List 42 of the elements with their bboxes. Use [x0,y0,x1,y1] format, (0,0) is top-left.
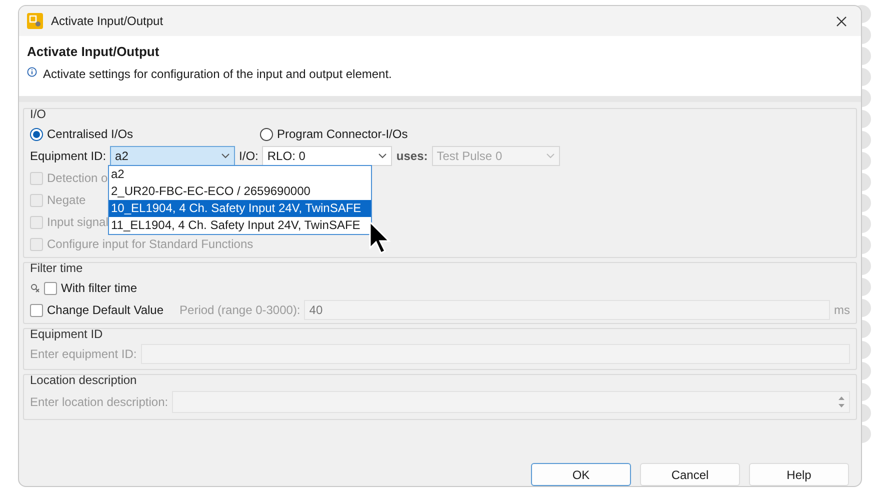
checkbox-label: With filter time [61,281,138,295]
chevron-down-icon [378,153,388,159]
header-title: Activate Input/Output [27,44,160,59]
field-label: uses: [396,149,428,163]
field-label: Enter equipment ID: [30,347,137,361]
info-icon [27,67,37,77]
app-icon [27,13,43,29]
group-title: Location description [30,373,138,387]
field-label: Period (range 0-3000): [180,303,300,317]
field-label: Equipment ID: [30,149,106,163]
radio-label: Program Connector-I/Os [277,127,408,141]
checkbox[interactable] [30,304,43,316]
checkbox-label: Detection o [47,171,108,185]
equipment-id-dropdown[interactable]: a2 [110,146,236,166]
location-field[interactable] [172,391,850,413]
radio-button[interactable] [30,128,43,140]
checkbox-label: Configure input for Standard Functions [47,237,254,251]
group-title: Equipment ID [30,327,104,341]
checkbox[interactable] [44,282,57,294]
dialog-button[interactable]: Cancel [640,463,740,486]
field-label: I/O: [239,149,258,163]
field-label: Enter location description: [30,395,168,409]
unit-label: ms [834,303,850,317]
close-icon [836,16,847,26]
radio-button[interactable] [260,128,273,140]
checkbox-label: Input signal [47,215,108,229]
chevron-down-icon [546,153,555,159]
pin-icon [30,283,40,293]
io-dropdown[interactable]: RLO: 0 [262,146,392,166]
dialog-button[interactable]: Help [749,463,849,486]
dialog-button[interactable]: OK [531,463,631,486]
group-title: I/O [30,107,48,121]
spinner-icon [838,395,845,409]
group-title: Filter time [30,261,84,275]
dropdown-option[interactable]: 10_EL1904, 4 Ch. Safety Input 24V, TwinSAFE [109,200,371,217]
header-description: Activate settings for configuration of the input and output element. [43,67,392,81]
chevron-down-icon [221,153,230,159]
checkbox-label: Change Default Value [47,303,164,317]
radio-label: Centralised I/Os [47,127,134,141]
window-title: Activate Input/Output [51,14,164,28]
checkbox-label: Negate [47,193,86,207]
period-field[interactable]: 40 [304,300,830,320]
